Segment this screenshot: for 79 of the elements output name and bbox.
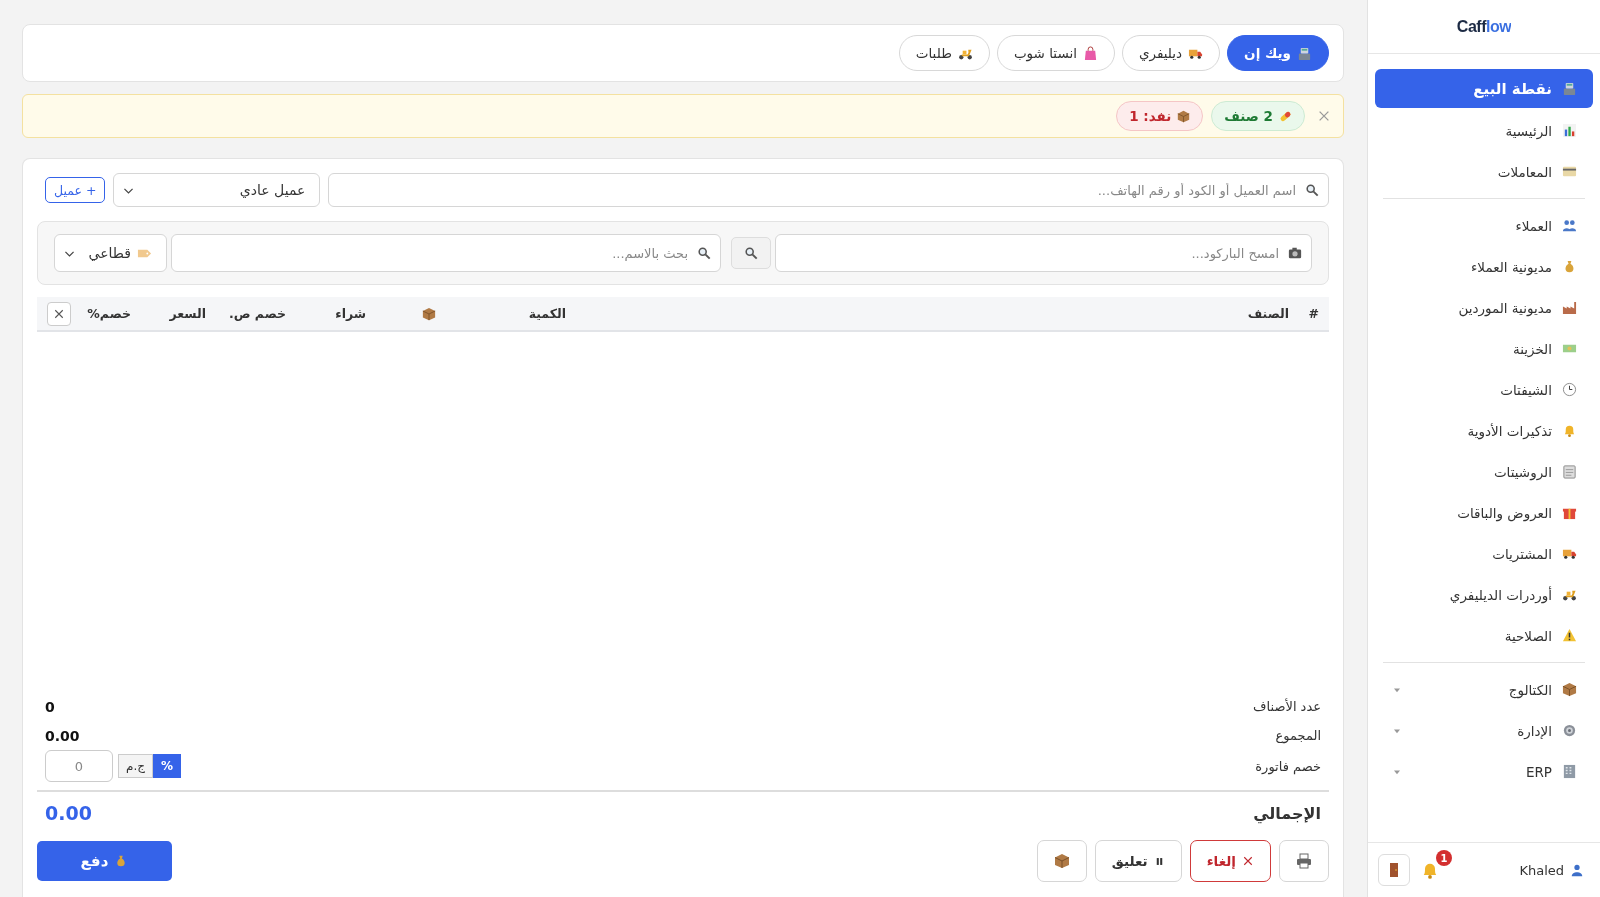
package-button[interactable] (1036, 840, 1087, 882)
discount-field[interactable]: 0 (45, 750, 113, 782)
total-label: الإجمالي (1253, 803, 1321, 823)
nav-item[interactable]: الشيفتات (1375, 369, 1593, 410)
hold-button[interactable]: تعليق (1094, 840, 1182, 882)
nav-item[interactable]: نقطة البيع (1375, 69, 1593, 108)
nav-item[interactable]: المشتريات (1375, 533, 1593, 574)
warning-icon (1562, 628, 1577, 643)
total-value: 0.00 (45, 802, 92, 824)
close-icon (53, 307, 65, 320)
bell-icon (1562, 423, 1577, 438)
column-header: السعر (169, 306, 206, 321)
notification-count: 1 (1436, 850, 1452, 866)
user-icon (1570, 863, 1584, 877)
box-icon (422, 306, 436, 321)
user-name[interactable]: Khaled (1519, 862, 1584, 878)
column-header: # (1308, 306, 1319, 321)
printer-icon (1296, 853, 1312, 869)
out-of-stock-badge[interactable]: نفد: 1 (1116, 101, 1204, 131)
order-type-tab[interactable]: انستا شوب (996, 35, 1115, 71)
summary-label: عدد الأصناف (1253, 699, 1321, 714)
column-header: خصم% (87, 306, 131, 321)
nav-item[interactable]: الصلاحية (1375, 615, 1593, 656)
building-icon (1562, 764, 1577, 779)
nav-item[interactable]: الروشيتات (1375, 451, 1593, 492)
barcode-field[interactable]: امسح الباركود... (775, 234, 1312, 272)
name-search-field[interactable]: بحث بالاسم... (171, 234, 721, 272)
card-icon (1562, 164, 1577, 179)
nav-item[interactable]: مديونية العملاء (1375, 246, 1593, 287)
items-badge[interactable]: 2 صنف (1211, 101, 1305, 131)
factory-icon (1562, 300, 1577, 315)
bar-chart-icon (1562, 123, 1577, 138)
nav-item[interactable]: المعاملات (1375, 151, 1593, 192)
summary-value: 0 (45, 698, 55, 715)
nav-item[interactable]: مديونية الموردين (1375, 287, 1593, 328)
clipboard-icon (1562, 464, 1577, 479)
nav-item[interactable]: أوردرات الديليفري (1375, 574, 1593, 615)
nav-item[interactable]: الكتالوج (1375, 669, 1593, 710)
pill-icon (1279, 109, 1292, 123)
clock-icon (1562, 382, 1577, 397)
column-header: شراء (335, 306, 366, 321)
add-customer-button[interactable]: + عميل (45, 177, 106, 203)
print-button[interactable] (1279, 840, 1329, 882)
column-header: خصم ص. (228, 306, 286, 321)
box-icon (1177, 109, 1191, 123)
nav-item[interactable]: الرئيسية (1375, 110, 1593, 151)
nav-item[interactable]: العروض والباقات (1375, 492, 1593, 533)
order-type-tab[interactable]: ديليفري (1121, 35, 1221, 71)
nav-item[interactable]: ERP (1375, 751, 1593, 792)
discount-mode-toggle[interactable]: % (153, 754, 182, 778)
discount-mode-toggle[interactable]: ج.م (118, 754, 153, 778)
order-type-tab[interactable]: طلبات (898, 35, 990, 71)
nav-item[interactable]: الخزينة (1375, 328, 1593, 369)
order-type-tab[interactable]: ويك إن (1227, 35, 1329, 71)
nav-item[interactable]: الإدارة (1375, 710, 1593, 751)
nav-item[interactable]: العملاء (1375, 205, 1593, 246)
gear-icon (1562, 723, 1577, 738)
cancel-button[interactable]: إلغاء (1189, 840, 1271, 882)
close-icon (1242, 855, 1254, 867)
people-icon (1562, 218, 1577, 233)
column-header: الصنف (1247, 306, 1289, 321)
box-icon (1053, 853, 1070, 869)
search-icon (744, 246, 758, 260)
summary-value: 0.00 (45, 727, 80, 744)
nav-item[interactable]: تذكيرات الأدوية (1375, 410, 1593, 451)
logout-button[interactable] (1378, 854, 1410, 886)
register-icon (1562, 81, 1577, 96)
box-icon (1562, 682, 1577, 697)
bag-icon (1082, 45, 1098, 61)
summary-label: خصم فاتورة (1255, 758, 1321, 774)
register-icon (1297, 45, 1312, 61)
column-header: الكمية (528, 306, 566, 321)
summary-label: المجموع (1275, 728, 1321, 743)
clear-items-button[interactable] (47, 301, 71, 326)
price-type-select[interactable]: قطاعي (54, 234, 167, 272)
search-button[interactable] (731, 237, 771, 269)
close-icon (1317, 109, 1331, 123)
pay-button[interactable]: دفع (37, 841, 172, 881)
customer-type-select[interactable]: عميل عادي (113, 173, 321, 207)
